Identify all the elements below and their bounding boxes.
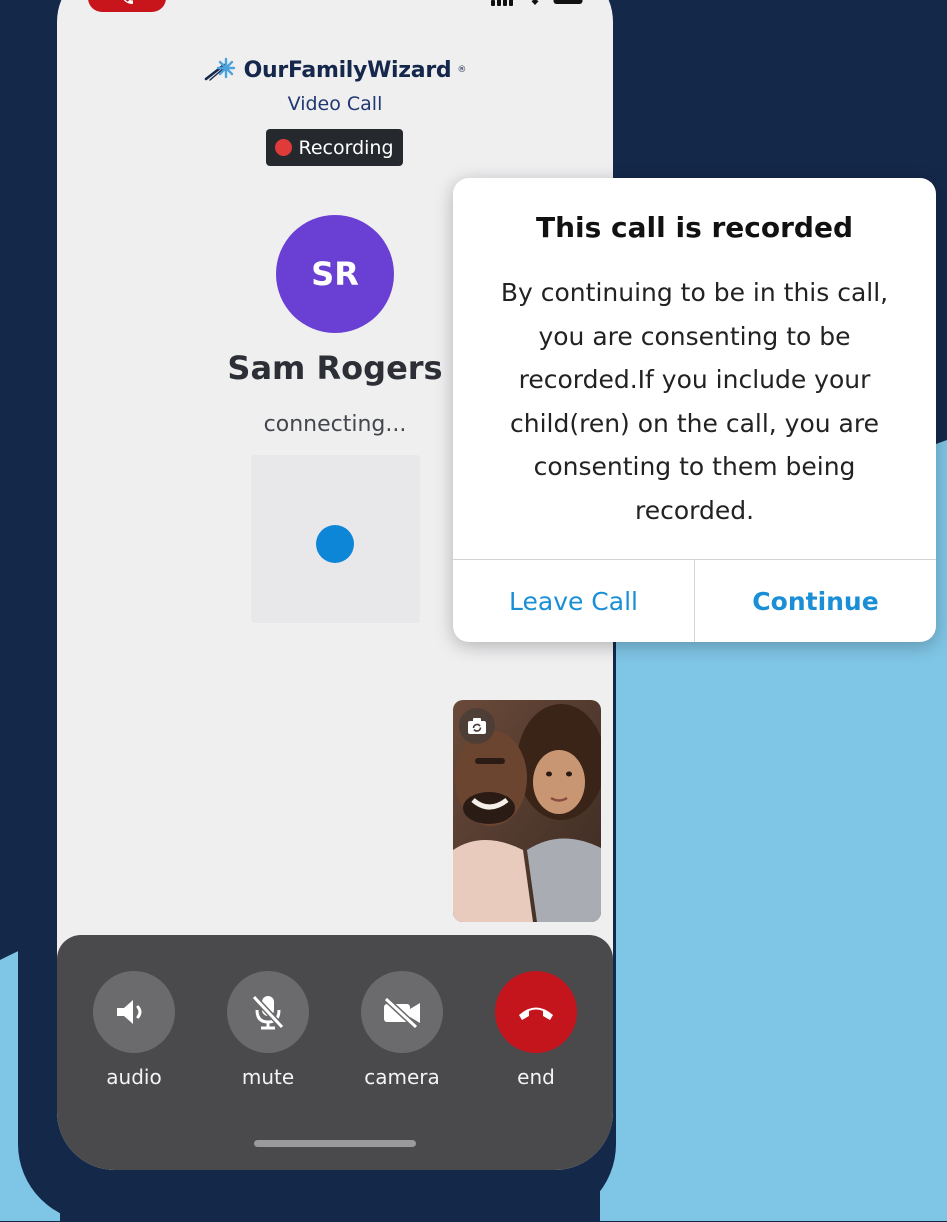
audio-control[interactable]: audio xyxy=(92,971,176,1089)
home-indicator[interactable] xyxy=(254,1140,416,1147)
end-label: end xyxy=(517,1065,555,1089)
mute-button[interactable] xyxy=(227,971,309,1053)
audio-button[interactable] xyxy=(93,971,175,1053)
dialog-message: By continuing to be in this call, you ar… xyxy=(487,271,902,532)
speaker-icon xyxy=(117,1000,142,1024)
mute-control[interactable]: mute xyxy=(226,971,310,1089)
end-call-button[interactable] xyxy=(495,971,577,1053)
camera-control[interactable]: camera xyxy=(360,971,444,1089)
brand-logo: OurFamilyWizard ® xyxy=(57,57,613,83)
record-dot-icon xyxy=(275,139,293,156)
mic-off-icon xyxy=(251,994,285,1030)
leave-call-button[interactable]: Leave Call xyxy=(453,560,694,642)
active-call-indicator[interactable] xyxy=(88,0,166,12)
status-icons xyxy=(491,0,587,6)
wifi-icon xyxy=(531,0,539,5)
starburst-logo-icon xyxy=(204,57,235,81)
brand-name: OurFamilyWizard xyxy=(243,57,452,83)
phone-icon xyxy=(123,0,133,4)
registered-mark: ® xyxy=(457,65,467,75)
camera-off-icon xyxy=(383,996,420,1028)
audio-label: audio xyxy=(106,1065,162,1089)
continue-button[interactable]: Continue xyxy=(695,560,936,642)
loading-dot-icon xyxy=(316,525,354,563)
dialog-message-line: child(ren) on the call, you are xyxy=(510,408,879,438)
self-view-video[interactable] xyxy=(453,700,601,922)
dialog-message-line: recorded. xyxy=(634,495,755,525)
call-controls: audio mute camera end xyxy=(57,935,613,1170)
hang-up-icon xyxy=(519,1007,553,1020)
dialog-message-line: By continuing to be in this call, xyxy=(500,278,889,307)
recording-badge: Recording xyxy=(266,129,403,166)
dialog-message-line: you are consenting to be xyxy=(538,321,851,351)
mute-label: mute xyxy=(241,1065,295,1089)
switch-camera-button[interactable] xyxy=(459,708,495,744)
signal-icon xyxy=(491,0,513,6)
dialog-title: This call is recorded xyxy=(535,211,853,244)
battery-icon xyxy=(553,0,583,4)
recording-label: Recording xyxy=(298,136,394,159)
dialog-message-line: consenting to them being xyxy=(533,452,856,481)
camera-flip-icon xyxy=(468,718,486,734)
camera-button[interactable] xyxy=(361,971,443,1053)
end-control[interactable]: end xyxy=(494,971,578,1089)
remote-video-placeholder xyxy=(251,455,420,623)
dialog-message-line: recorded.If you include your xyxy=(518,365,871,394)
recording-consent-dialog: This call is recorded By continuing to b… xyxy=(453,178,936,642)
avatar: SR xyxy=(276,215,394,333)
screen-subtitle: Video Call xyxy=(287,93,383,115)
camera-label: camera xyxy=(364,1065,440,1089)
